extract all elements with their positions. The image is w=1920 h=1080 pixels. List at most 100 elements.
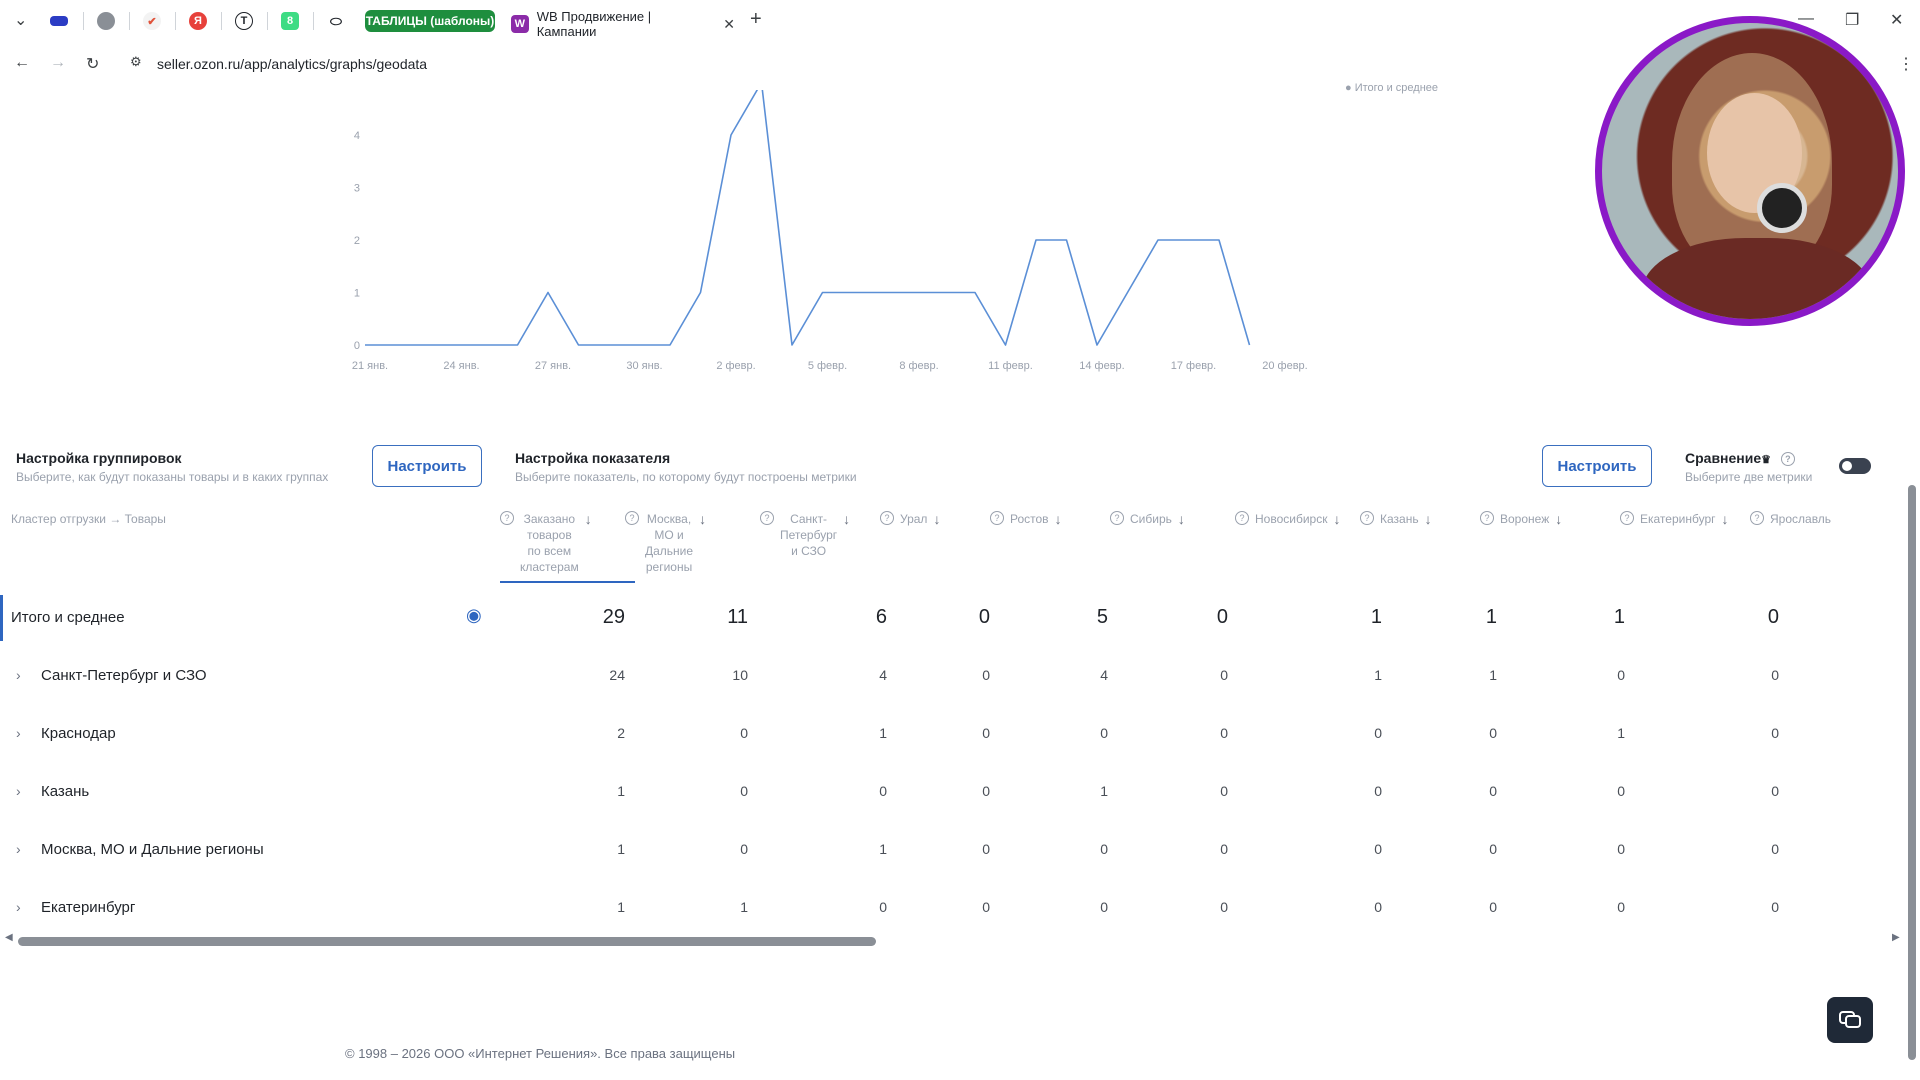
table-cell: 0 [1220,667,1228,683]
chevron-right-icon[interactable]: › [16,899,21,915]
scroll-right-icon[interactable]: ▶ [1892,932,1900,943]
help-icon[interactable]: ? [1110,511,1124,525]
x-tick-label: 17 февр. [1171,360,1216,372]
help-icon[interactable]: ? [1750,511,1764,525]
tab-wb-campaigns[interactable]: W WB Продвижение | Кампании ✕ [505,6,735,42]
forward-icon[interactable]: → [50,54,66,72]
eye-icon[interactable]: ◉ [466,605,482,626]
table-cell: 0 [1771,783,1779,799]
column-label-line: Новосибирск [1255,512,1328,526]
vertical-scrollbar[interactable] [1908,485,1916,1060]
help-icon[interactable]: ? [625,511,639,525]
chevron-right-icon[interactable]: › [16,783,21,799]
tab-favicon-icon[interactable]: ✔ [143,12,161,30]
sort-arrow-icon[interactable]: ↓ [1055,511,1062,527]
sort-arrow-icon[interactable]: ↓ [699,511,706,527]
table-cell: 0 [1617,899,1625,915]
column-header[interactable]: ? Воронеж ↓ [1480,511,1562,527]
reload-icon[interactable]: ↻ [86,54,99,74]
wb-icon: W [511,15,529,33]
table-row[interactable]: › Краснодар 2 0 1 0 0 0 0 0 1 0 [0,707,1905,765]
table-cell: 0 [1489,725,1497,741]
column-header[interactable]: ? Санкт- Петербург и СЗО ↓ [760,511,850,559]
table-cell: 0 [740,783,748,799]
help-icon[interactable]: ? [1360,511,1374,525]
table-cell: 0 [1374,725,1382,741]
column-header[interactable]: ? Новосибирск ↓ [1235,511,1340,527]
column-header[interactable]: ? Сибирь ↓ [1110,511,1185,527]
close-icon[interactable]: ✕ [723,16,735,33]
sort-arrow-icon[interactable]: ↓ [1722,511,1729,527]
back-icon[interactable]: ← [14,54,30,72]
url-field[interactable]: seller.ozon.ru/app/analytics/graphs/geod… [157,56,427,72]
total-row[interactable]: Итого и среднее ◉ 29 11 6 0 5 0 1 1 1 0 [0,591,1905,649]
table-cell: 0 [1489,783,1497,799]
help-icon[interactable]: ? [880,511,894,525]
column-label-line: товаров [527,528,572,542]
scroll-left-icon[interactable]: ◀ [5,932,13,943]
chevron-right-icon[interactable]: › [16,841,21,857]
column-label-line: Екатеринбург [1640,512,1716,526]
table-row[interactable]: › Москва, МО и Дальние регионы 1 0 1 0 0 0 0 0 0 0 [0,823,1905,881]
row-label: Краснодар [41,725,116,742]
column-header[interactable]: ? Москва, МО и Дальние регионы ↓ [625,511,706,575]
tab-favicon-icon[interactable]: T [235,12,253,30]
sort-arrow-icon[interactable]: ↓ [933,511,940,527]
tab-favicon-icon[interactable] [50,16,68,26]
sort-arrow-icon[interactable]: ↓ [1333,511,1340,527]
chevron-right-icon[interactable]: › [16,667,21,683]
chevron-right-icon[interactable]: › [16,725,21,741]
column-label-line: Ростов [1010,512,1049,526]
help-icon[interactable]: ? [1235,511,1249,525]
compare-title-label: Сравнение [1685,450,1762,466]
sort-arrow-icon[interactable]: ↓ [1425,511,1432,527]
sort-arrow-icon[interactable]: ↓ [1555,511,1562,527]
column-label: Урал [900,511,927,527]
column-header[interactable]: ? Заказано товаров по всем кластерам ↓ [500,511,592,575]
table-cell: 0 [1771,841,1779,857]
table-row[interactable]: › Казань 1 0 0 0 1 0 0 0 0 0 [0,765,1905,823]
sort-arrow-icon[interactable]: ↓ [585,511,592,527]
horizontal-scrollbar[interactable] [18,937,876,946]
browser-menu-icon[interactable]: ⋮ [1898,54,1914,74]
help-icon[interactable]: ? [990,511,1004,525]
help-icon[interactable]: ? [1780,452,1795,467]
table-cell: 1 [617,841,625,857]
column-header[interactable]: ? Екатеринбург ↓ [1620,511,1729,527]
grouping-configure-button[interactable]: Настроить [372,445,482,487]
table-row[interactable]: › Екатеринбург 1 1 0 0 0 0 0 0 0 0 [0,881,1905,939]
sort-arrow-icon[interactable]: ↓ [843,511,850,527]
help-icon[interactable]: ? [760,511,774,525]
compare-toggle[interactable] [1839,458,1871,474]
column-header[interactable]: ? Ростов ↓ [990,511,1062,527]
tab-group-chip[interactable]: ТАБЛИЦЫ (шаблоны) [365,10,495,32]
x-tick-label: 21 янв. [352,360,388,372]
new-tab-icon[interactable]: + [750,8,762,31]
chat-button[interactable] [1827,997,1873,1043]
globe-icon[interactable] [97,12,115,30]
group-header[interactable]: Кластер отгрузки → Товары [11,511,166,527]
x-tick-label: 27 янв. [535,360,571,372]
restore-icon[interactable]: ❐ [1845,10,1859,30]
x-tick-label: 20 февр. [1262,360,1307,372]
column-header[interactable]: ? Ярославль [1750,511,1831,527]
help-icon[interactable]: ? [1620,511,1634,525]
column-header[interactable]: ? Урал ↓ [880,511,940,527]
table-cell: 29 [602,606,625,628]
tab-favicon-icon[interactable]: ⬭ [327,12,345,30]
help-icon[interactable]: ? [1480,511,1494,525]
column-header[interactable]: ? Казань ↓ [1360,511,1432,527]
y-tick-label: 2 [354,235,360,247]
tab-favicon-icon[interactable]: 8 [281,12,299,30]
site-settings-icon[interactable]: ⚙ [130,54,142,70]
table-row[interactable]: › Санкт-Петербург и СЗО 24 10 4 0 4 0 1 1 0 0 [0,649,1905,707]
metric-configure-button[interactable]: Настроить [1542,445,1652,487]
help-icon[interactable]: ? [500,511,514,525]
tab-list-icon[interactable]: ⌄ [14,10,27,30]
yandex-icon[interactable]: Я [189,12,207,30]
close-window-icon[interactable]: ✕ [1890,10,1903,30]
column-label-line: Воронеж [1500,512,1550,526]
table-cell: 0 [1767,606,1779,628]
sort-arrow-icon[interactable]: ↓ [1178,511,1185,527]
table-cell: 0 [1489,841,1497,857]
